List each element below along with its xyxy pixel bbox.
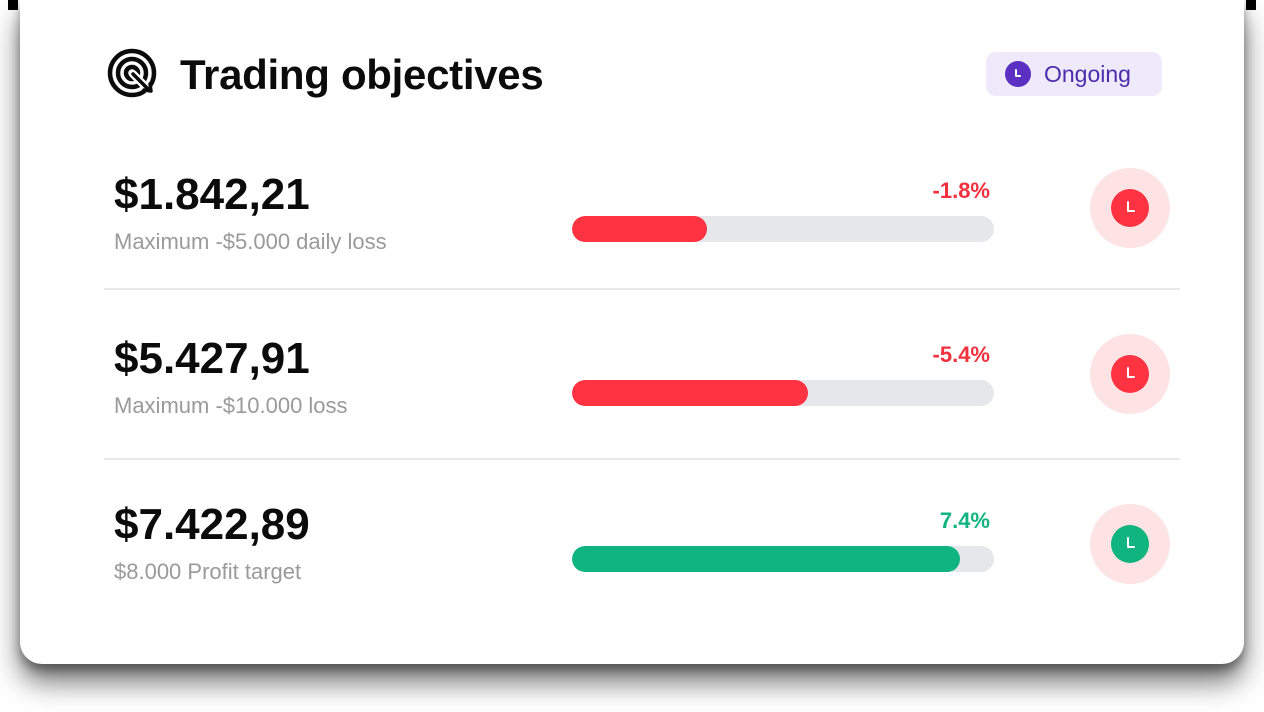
objective-description: Maximum -$10.000 loss <box>114 393 348 418</box>
objective-description: Maximum -$5.000 daily loss <box>114 229 387 254</box>
objective-status-button[interactable] <box>1090 504 1170 584</box>
divider <box>104 288 1180 290</box>
progress-track <box>572 216 994 242</box>
objective-percent: 7.4% <box>939 508 990 533</box>
clock-icon <box>1111 525 1149 563</box>
objective-status-button[interactable] <box>1090 334 1170 414</box>
progress-fill <box>572 380 809 406</box>
target-icon <box>107 48 157 98</box>
status-badge[interactable]: Ongoing <box>986 52 1162 96</box>
objective-amount: $1.842,21 <box>114 170 310 219</box>
corner-mark <box>8 0 18 10</box>
clock-icon <box>1005 61 1031 87</box>
objective-description: $8.000 Profit target <box>114 559 302 584</box>
page-title: Trading objectives <box>180 51 544 98</box>
objective-amount: $7.422,89 <box>114 500 310 549</box>
objective-row: $7.422,89 $8.000 Profit target 7.4% <box>104 496 1180 596</box>
objective-amount: $5.427,91 <box>114 334 310 383</box>
progress-track <box>572 380 994 406</box>
objective-row: $5.427,91 Maximum -$10.000 loss -5.4% <box>104 330 1180 430</box>
corner-mark <box>1246 0 1256 10</box>
objective-status-button[interactable] <box>1090 168 1170 248</box>
clock-icon <box>1111 355 1149 393</box>
progress-fill <box>572 216 708 242</box>
divider <box>104 458 1180 460</box>
clock-icon <box>1111 189 1149 227</box>
progress-track <box>572 546 994 572</box>
status-label: Ongoing <box>1044 60 1131 87</box>
objective-percent: -5.4% <box>932 342 990 367</box>
progress-fill <box>572 546 961 572</box>
objective-row: $1.842,21 Maximum -$5.000 daily loss -1.… <box>104 166 1180 266</box>
trading-objectives-card: Trading objectives Ongoing $1.842,21 Max… <box>20 0 1244 664</box>
objective-percent: -1.8% <box>932 178 990 203</box>
canvas: Trading objectives Ongoing $1.842,21 Max… <box>0 0 1264 712</box>
